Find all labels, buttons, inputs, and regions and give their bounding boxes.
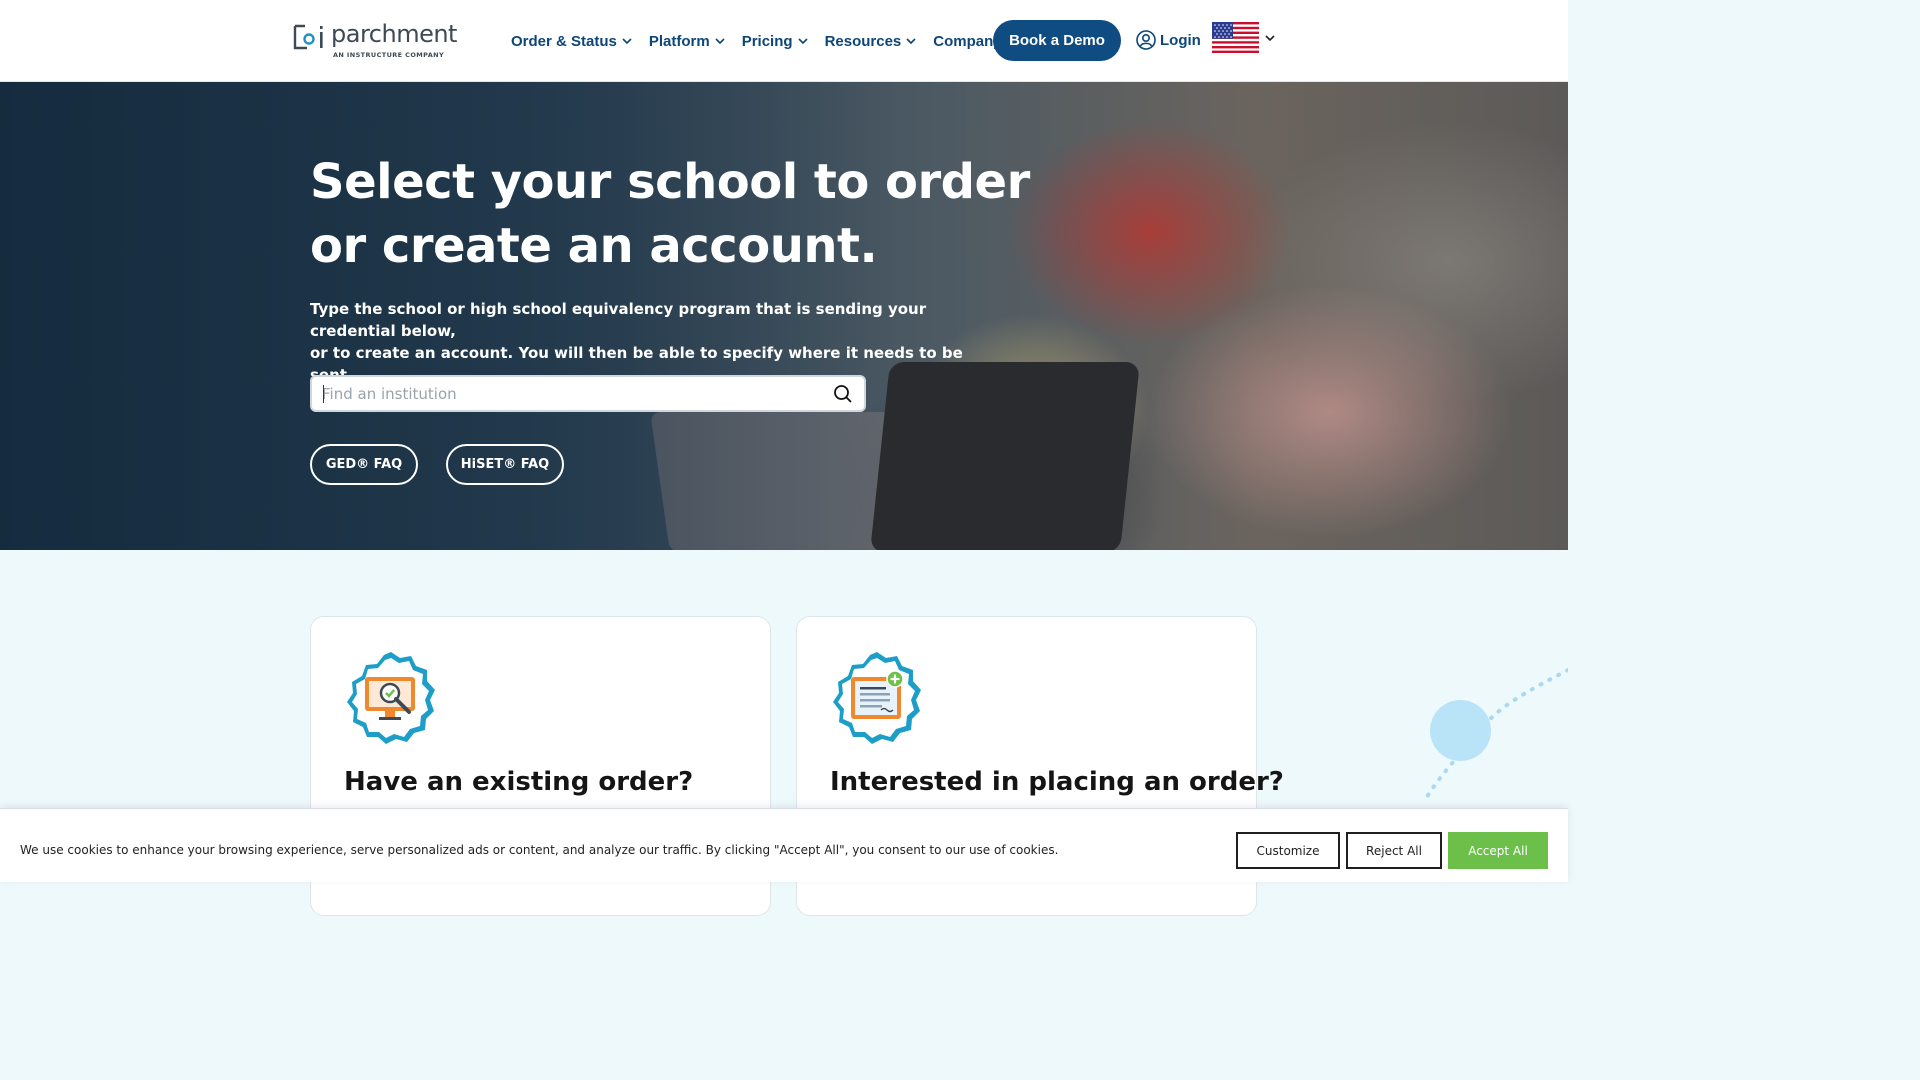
monitor-search-check-icon xyxy=(347,652,435,744)
hero-subtitle: Type the school or high school equivalen… xyxy=(310,298,1000,386)
search-icon[interactable] xyxy=(833,384,853,404)
hiset-faq-button[interactable]: HiSET® FAQ xyxy=(446,444,564,485)
cookie-banner: We use cookies to enhance your browsing … xyxy=(0,808,1568,882)
nav-label: Platform xyxy=(648,32,710,50)
us-flag-icon[interactable] xyxy=(1212,22,1259,53)
logo-tagline: AN INSTRUCTURE COMPANY xyxy=(333,51,445,59)
institution-search-input[interactable] xyxy=(322,383,822,405)
decorative-circle xyxy=(1430,700,1491,761)
nav-pricing[interactable]: Pricing xyxy=(742,30,808,52)
nav-platform[interactable]: Platform xyxy=(649,30,725,52)
chevron-down-icon xyxy=(906,38,916,44)
cookie-customize-button[interactable]: Customize xyxy=(1236,832,1340,869)
ged-faq-button[interactable]: GED® FAQ xyxy=(310,444,418,485)
nav-label: Pricing xyxy=(741,32,793,50)
site-header: parchment AN INSTRUCTURE COMPANY Order &… xyxy=(0,0,1568,82)
hero-title: Select your school to order or create an… xyxy=(310,150,1070,278)
parchment-logo-mark-icon xyxy=(293,24,323,50)
nav-label: Company xyxy=(933,32,1002,50)
text-caret xyxy=(323,385,324,403)
nav-label: Resources xyxy=(824,32,902,50)
card-title: Interested in placing an order? xyxy=(830,767,1284,797)
parchment-logo[interactable]: parchment AN INSTRUCTURE COMPANY xyxy=(293,20,457,62)
document-add-icon xyxy=(833,652,921,744)
chevron-down-icon xyxy=(622,38,632,44)
hero-title-line: Select your school to order xyxy=(310,154,1030,210)
chevron-down-icon xyxy=(715,38,725,44)
login-link[interactable]: Login xyxy=(1136,30,1201,50)
cookie-accept-all-button[interactable]: Accept All xyxy=(1448,832,1548,869)
nav-label: Order & Status xyxy=(511,32,617,50)
hero-section: Select your school to order or create an… xyxy=(0,82,1568,550)
cookie-message: We use cookies to enhance your browsing … xyxy=(20,843,1059,857)
cookie-reject-all-button[interactable]: Reject All xyxy=(1346,832,1442,869)
nav-order-status[interactable]: Order & Status xyxy=(511,30,632,52)
card-title: Have an existing order? xyxy=(344,767,694,797)
institution-search xyxy=(310,375,866,412)
nav-resources[interactable]: Resources xyxy=(825,30,917,52)
main-nav: Order & Status Platform Pricing Resource… xyxy=(511,30,1034,52)
book-demo-button[interactable]: Book a Demo xyxy=(993,20,1121,61)
logo-wordmark: parchment xyxy=(331,20,457,48)
hero-photo-laptop xyxy=(870,362,1140,550)
login-label: Login xyxy=(1160,31,1201,49)
hero-title-line: or create an account. xyxy=(310,218,878,274)
chevron-down-icon xyxy=(797,38,808,44)
user-circle-icon xyxy=(1136,30,1156,50)
chevron-down-icon[interactable] xyxy=(1265,35,1275,41)
hero-subtitle-line: Type the school or high school equivalen… xyxy=(310,300,927,340)
